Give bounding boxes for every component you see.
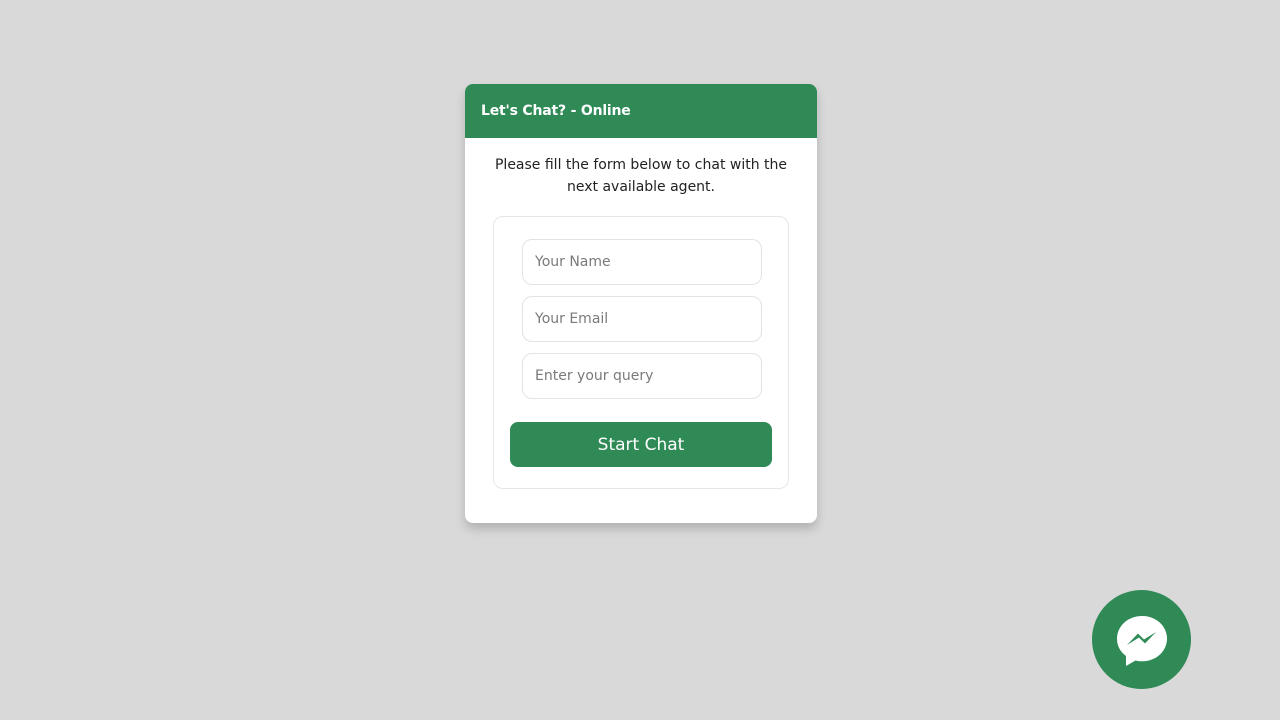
messenger-launcher-button[interactable] — [1092, 590, 1191, 689]
chat-intro-text: Please fill the form below to chat with … — [494, 157, 788, 195]
name-input[interactable] — [522, 239, 762, 285]
messenger-icon — [1116, 615, 1167, 666]
query-input[interactable] — [522, 353, 762, 399]
chat-title: Let's Chat? - Online — [481, 103, 631, 119]
email-input[interactable] — [522, 296, 762, 342]
chat-form: Start Chat — [493, 216, 789, 489]
start-chat-button[interactable]: Start Chat — [510, 422, 772, 467]
chat-header: Let's Chat? - Online — [465, 84, 817, 138]
chat-popup: Let's Chat? - Online Please fill the for… — [465, 84, 817, 523]
